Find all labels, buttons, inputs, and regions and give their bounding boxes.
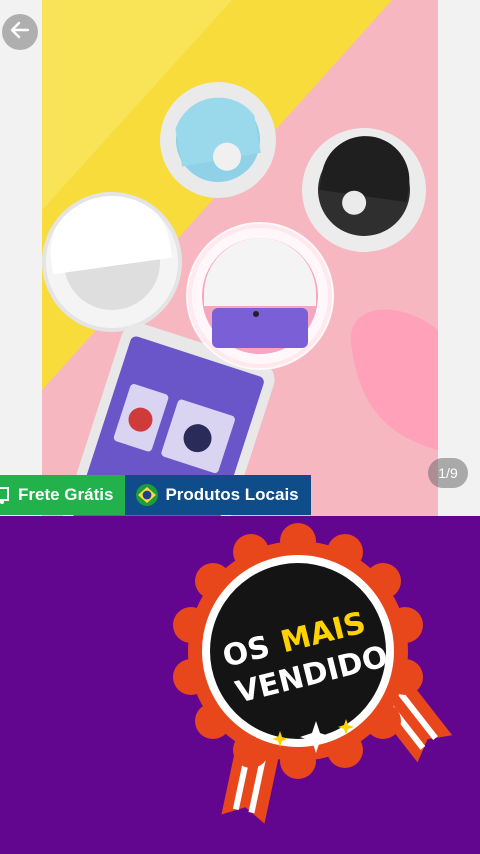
best-seller-badge: OS MAIS VENDIDO [173, 523, 453, 824]
free-shipping-label: Frete Grátis [18, 485, 114, 504]
product-photo-ring-lights[interactable] [42, 0, 438, 516]
local-products-label: Produtos Locais [165, 485, 299, 504]
product-image-gallery[interactable]: 1/9 Frete Grátis Produtos Locais [0, 0, 480, 516]
arrow-left-icon [9, 19, 31, 46]
best-seller-banner[interactable]: OS MAIS VENDIDO [0, 516, 480, 854]
local-products-tag: Produtos Locais [125, 475, 311, 515]
free-shipping-tag: Frete Grátis [0, 475, 126, 515]
back-button[interactable] [2, 14, 38, 50]
truck-icon [0, 485, 12, 505]
brazil-flag-icon [135, 483, 159, 507]
product-tags: Frete Grátis Produtos Locais [0, 475, 311, 515]
image-counter: 1/9 [428, 458, 468, 488]
